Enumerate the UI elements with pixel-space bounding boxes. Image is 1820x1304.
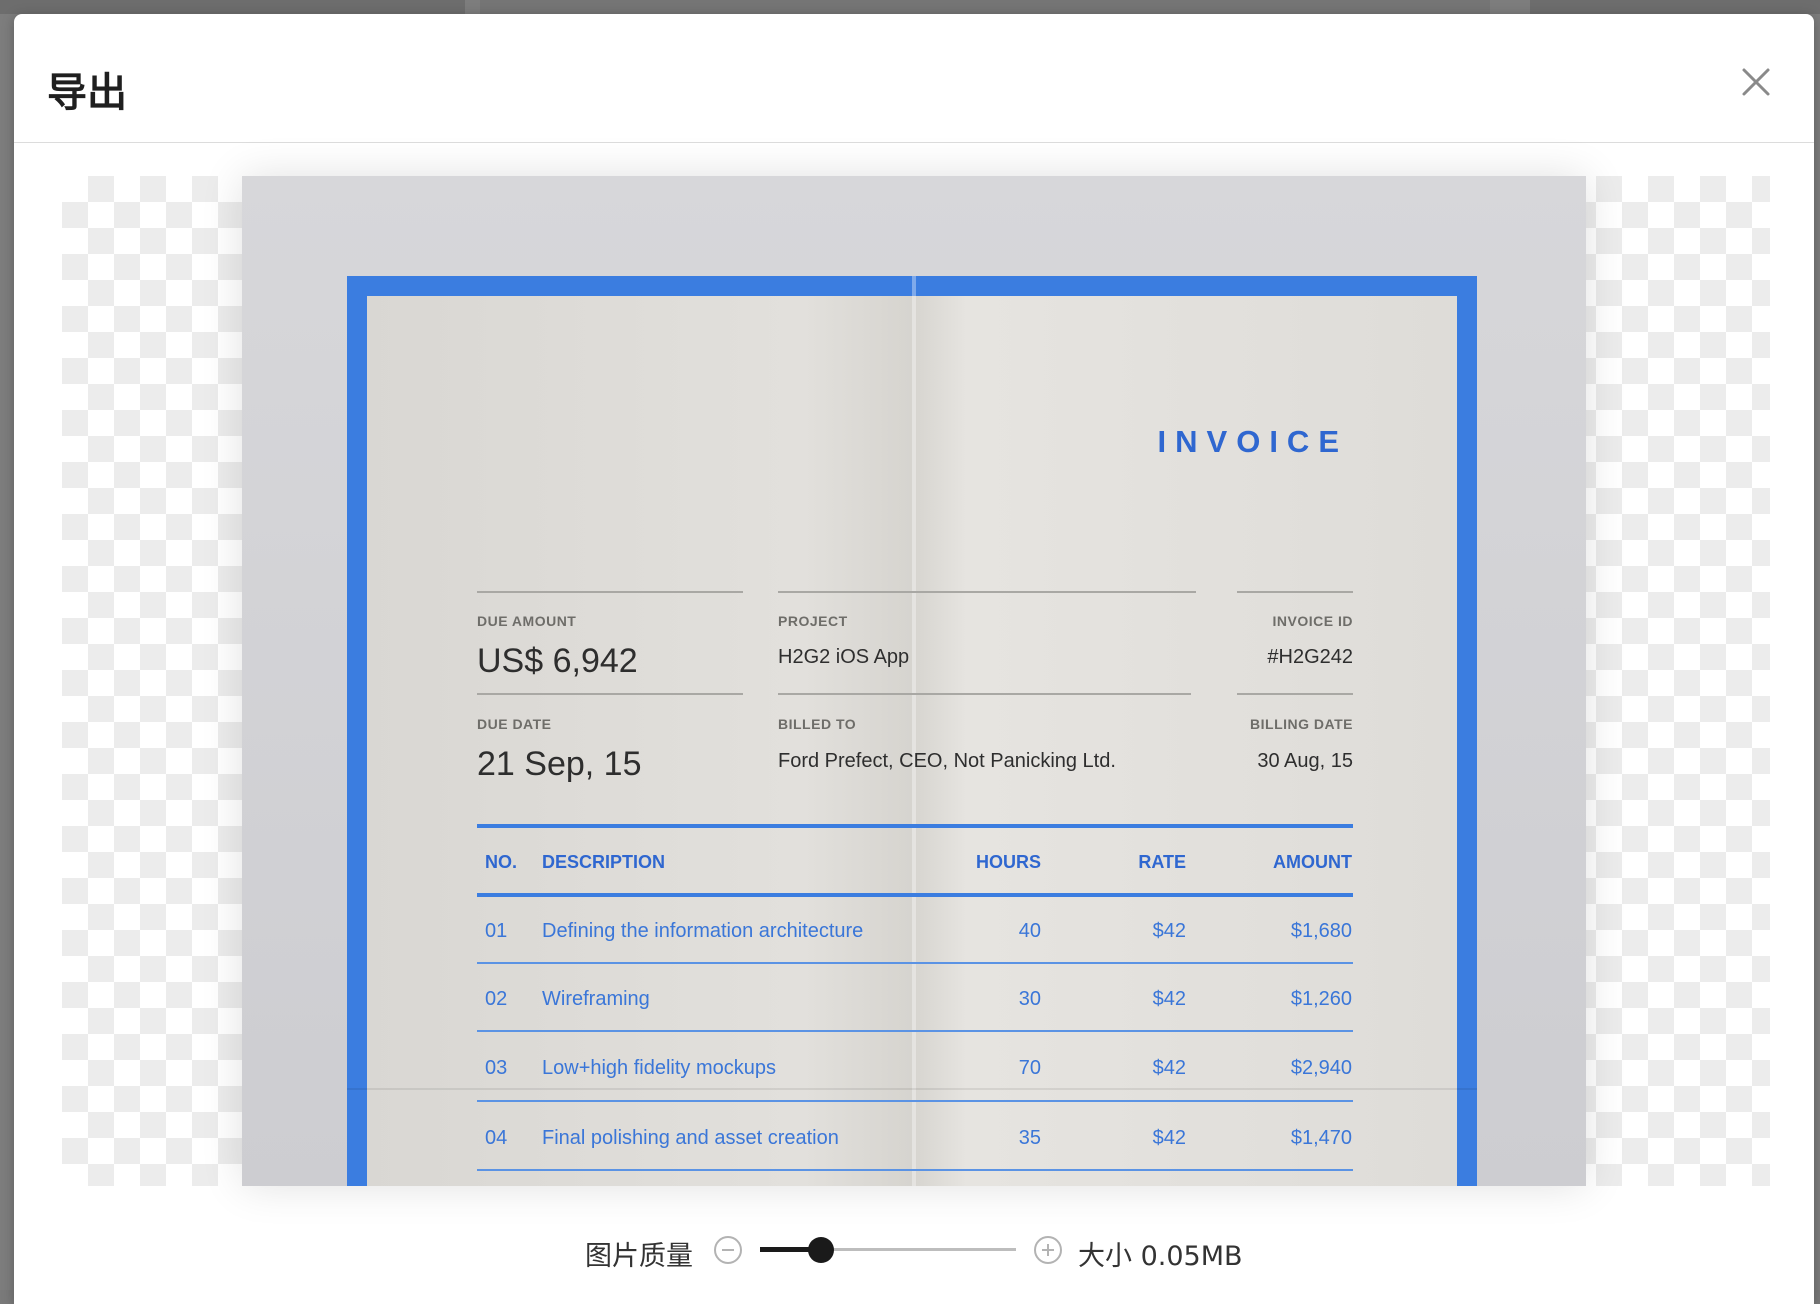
table-cell-rate: $42	[1152, 1127, 1186, 1149]
background-window-strip	[0, 0, 465, 14]
paper-fold	[912, 276, 916, 1186]
column-header-description: DESCRIPTION	[542, 852, 666, 872]
table-cell-hours: 70	[1018, 1057, 1041, 1079]
divider	[477, 591, 743, 593]
table-cell-rate: $42	[1152, 1057, 1186, 1079]
table-cell-rate: $42	[1152, 988, 1186, 1010]
table-cell-description: Low+high fidelity mockups	[542, 1057, 777, 1079]
divider	[778, 591, 1196, 593]
due-amount-label: DUE AMOUNT	[477, 613, 577, 629]
table-cell-hours: 35	[1018, 1127, 1041, 1149]
table-cell-no: 01	[485, 920, 508, 942]
table-cell-hours: 30	[1018, 988, 1041, 1010]
table-top-rule	[477, 824, 1353, 828]
divider	[477, 693, 743, 695]
close-button[interactable]	[1736, 62, 1776, 102]
column-header-no: NO.	[485, 852, 518, 872]
table-cell-no: 03	[485, 1057, 508, 1079]
table-row-divider	[477, 1030, 1353, 1032]
table-cell-amount: $1,470	[1290, 1127, 1352, 1149]
file-size-text: 大小 0.05MB	[1078, 1241, 1243, 1272]
due-amount-value: US$ 6,942	[477, 642, 638, 680]
due-date-value: 21 Sep, 15	[477, 745, 642, 783]
table-cell-rate: $42	[1152, 920, 1186, 942]
export-dialog: 导出 INVOICE DUE AMOUNT US$ 6,942 PROJECT …	[14, 14, 1814, 1304]
table-row-divider	[477, 962, 1353, 964]
project-value: H2G2 iOS App	[778, 646, 910, 668]
dialog-header: 导出	[14, 14, 1814, 143]
minus-circle-icon[interactable]	[714, 1236, 742, 1264]
slider-thumb[interactable]	[808, 1237, 835, 1263]
quality-controls: 图片质量 大小 0.05MB	[14, 1214, 1814, 1274]
table-cell-no: 02	[485, 988, 508, 1010]
due-date-label: DUE DATE	[477, 716, 552, 732]
project-label: PROJECT	[778, 613, 848, 629]
invoice-title: INVOICE	[1157, 424, 1348, 459]
table-cell-description: Final polishing and asset creation	[542, 1127, 839, 1149]
column-header-amount: AMOUNT	[1273, 852, 1352, 872]
image-preview: INVOICE DUE AMOUNT US$ 6,942 PROJECT H2G…	[62, 176, 1770, 1186]
table-row-divider	[477, 1100, 1353, 1102]
table-cell-amount: $1,260	[1290, 988, 1352, 1010]
invoice-id-value: #H2G242	[1267, 646, 1353, 668]
table-cell-amount: $2,940	[1290, 1057, 1352, 1079]
divider	[778, 693, 1191, 695]
table-cell-description: Wireframing	[542, 988, 650, 1010]
divider	[1237, 693, 1353, 695]
billed-to-value: Ford Prefect, CEO, Not Panicking Ltd.	[778, 750, 1116, 772]
dialog-title: 导出	[47, 70, 127, 116]
paper-fold	[347, 1088, 1477, 1090]
billing-date-label: BILLING DATE	[1250, 716, 1353, 732]
table-cell-hours: 40	[1018, 920, 1041, 942]
quality-slider[interactable]	[760, 1234, 1016, 1266]
close-icon	[1742, 68, 1770, 96]
invoice-mockup-photo: INVOICE DUE AMOUNT US$ 6,942 PROJECT H2G…	[242, 176, 1586, 1186]
billed-to-label: BILLED TO	[778, 716, 857, 732]
divider	[1237, 591, 1353, 593]
table-cell-amount: $1,680	[1290, 920, 1352, 942]
background-window-strip	[1530, 0, 1820, 14]
table-header-rule	[477, 893, 1353, 897]
background-window-strip	[480, 0, 1490, 14]
column-header-hours: HOURS	[975, 852, 1041, 872]
column-header-rate: RATE	[1138, 852, 1186, 872]
invoice-id-label: INVOICE ID	[1272, 613, 1353, 629]
table-cell-description: Defining the information architecture	[542, 920, 864, 942]
plus-circle-icon[interactable]	[1034, 1236, 1062, 1264]
table-cell-no: 04	[485, 1127, 508, 1149]
quality-label: 图片质量	[585, 1241, 693, 1272]
billing-date-value: 30 Aug, 15	[1257, 750, 1353, 772]
table-row-divider	[477, 1169, 1353, 1171]
